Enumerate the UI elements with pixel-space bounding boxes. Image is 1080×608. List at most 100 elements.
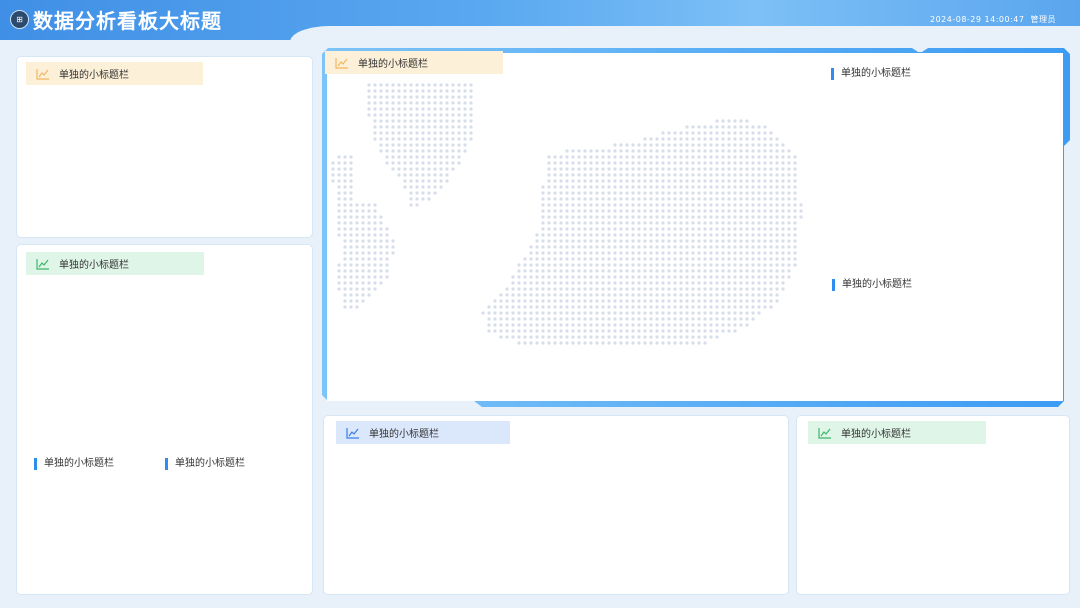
map-dot bbox=[433, 173, 437, 177]
map-dot bbox=[715, 299, 719, 303]
map-dot bbox=[727, 305, 731, 309]
map-dot bbox=[457, 143, 461, 147]
map-dot bbox=[739, 245, 743, 249]
map-dot bbox=[643, 341, 647, 345]
map-dot bbox=[565, 305, 569, 309]
map-dot bbox=[745, 161, 749, 165]
logo-icon[interactable]: ⊞ bbox=[10, 10, 29, 29]
map-dot bbox=[625, 275, 629, 279]
map-dot bbox=[751, 281, 755, 285]
map-dot bbox=[403, 137, 407, 141]
map-dot bbox=[721, 311, 725, 315]
map-dot bbox=[763, 221, 767, 225]
map-dot bbox=[373, 119, 377, 123]
map-dot bbox=[547, 317, 551, 321]
map-dot bbox=[577, 149, 581, 153]
map-dot bbox=[775, 239, 779, 243]
map-dot bbox=[661, 233, 665, 237]
map-dot bbox=[739, 131, 743, 135]
map-dot bbox=[499, 317, 503, 321]
map-dot bbox=[649, 311, 653, 315]
map-dot bbox=[445, 125, 449, 129]
map-dot bbox=[739, 119, 743, 123]
map-dot bbox=[721, 137, 725, 141]
map-dot bbox=[613, 143, 617, 147]
map-dot bbox=[391, 161, 395, 165]
map-dot bbox=[721, 305, 725, 309]
map-dot bbox=[409, 119, 413, 123]
map-dot bbox=[619, 335, 623, 339]
map-dot bbox=[739, 167, 743, 171]
map-dot bbox=[685, 173, 689, 177]
map-dot bbox=[745, 263, 749, 267]
map-dot bbox=[775, 299, 779, 303]
map-dot bbox=[655, 191, 659, 195]
map-dot bbox=[559, 239, 563, 243]
map-dot bbox=[589, 179, 593, 183]
map-dot bbox=[535, 251, 539, 255]
map-dot bbox=[637, 317, 641, 321]
map-dot bbox=[589, 281, 593, 285]
map-dot bbox=[613, 167, 617, 171]
map-dot bbox=[769, 293, 773, 297]
map-dot bbox=[361, 299, 365, 303]
map-dot bbox=[685, 299, 689, 303]
map-dot bbox=[679, 269, 683, 273]
map-dot bbox=[733, 119, 737, 123]
map-dot bbox=[769, 227, 773, 231]
map-dot bbox=[649, 137, 653, 141]
map-dot bbox=[385, 155, 389, 159]
map-dot bbox=[691, 185, 695, 189]
map-dot bbox=[769, 233, 773, 237]
map-dot bbox=[709, 287, 713, 291]
map-dot bbox=[673, 305, 677, 309]
map-dot bbox=[631, 227, 635, 231]
map-dot bbox=[427, 131, 431, 135]
map-dot bbox=[667, 185, 671, 189]
map-area[interactable] bbox=[327, 53, 1062, 401]
map-dot bbox=[637, 263, 641, 267]
map-dot bbox=[541, 341, 545, 345]
map-dot bbox=[751, 179, 755, 183]
map-dot bbox=[703, 341, 707, 345]
subtitle-left: 单独的小标题栏 bbox=[34, 458, 114, 470]
map-dot bbox=[661, 203, 665, 207]
map-dot bbox=[685, 263, 689, 267]
map-dot bbox=[727, 125, 731, 129]
map-dot bbox=[697, 215, 701, 219]
map-dot bbox=[433, 167, 437, 171]
map-dot bbox=[661, 137, 665, 141]
map-dot bbox=[763, 209, 767, 213]
map-dot bbox=[625, 311, 629, 315]
map-dot bbox=[343, 233, 347, 237]
map-dot bbox=[601, 299, 605, 303]
map-dot bbox=[511, 335, 515, 339]
map-dot bbox=[625, 257, 629, 261]
map-dot bbox=[757, 125, 761, 129]
map-dot bbox=[397, 113, 401, 117]
map-dot bbox=[343, 245, 347, 249]
map-dot bbox=[763, 155, 767, 159]
map-dot bbox=[643, 179, 647, 183]
map-dot bbox=[643, 161, 647, 165]
map-dot bbox=[751, 269, 755, 273]
map-dot bbox=[415, 89, 419, 93]
map-dot bbox=[559, 299, 563, 303]
map-dot bbox=[349, 239, 353, 243]
map-dot bbox=[709, 185, 713, 189]
map-dot bbox=[601, 335, 605, 339]
map-dot bbox=[655, 161, 659, 165]
map-dot bbox=[409, 203, 413, 207]
user-name[interactable]: 管理员 bbox=[1031, 15, 1057, 24]
map-dot bbox=[427, 113, 431, 117]
map-dot bbox=[613, 245, 617, 249]
map-dot bbox=[793, 233, 797, 237]
map-dot bbox=[409, 197, 413, 201]
map-dot bbox=[739, 137, 743, 141]
map-dot bbox=[523, 257, 527, 261]
map-dot bbox=[421, 95, 425, 99]
map-dot bbox=[727, 269, 731, 273]
map-dot bbox=[421, 155, 425, 159]
map-dot bbox=[637, 239, 641, 243]
map-dot bbox=[385, 233, 389, 237]
